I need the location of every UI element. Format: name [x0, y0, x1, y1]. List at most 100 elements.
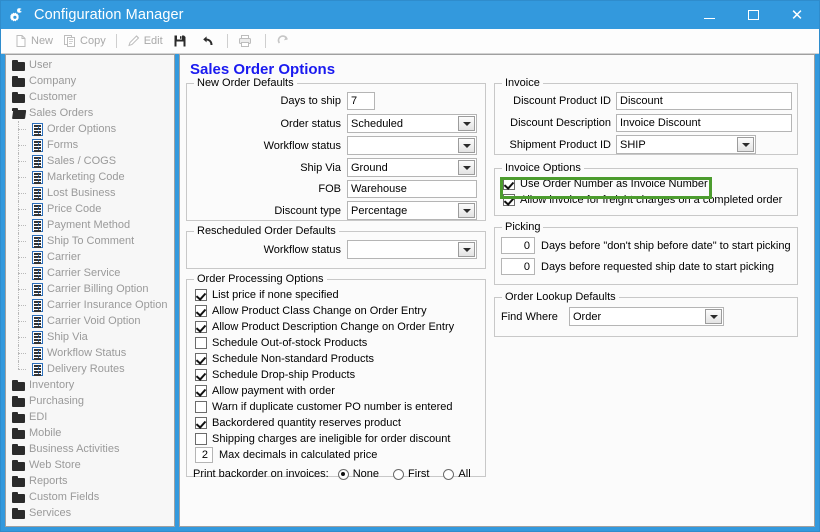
- chevron-down-icon[interactable]: [458, 138, 475, 153]
- sidebar-item-marketing-code[interactable]: Marketing Code: [6, 169, 174, 185]
- checkbox-row[interactable]: List price if none specified: [195, 287, 479, 303]
- checkbox-icon[interactable]: [503, 178, 515, 190]
- sidebar-item-custom-fields[interactable]: Custom Fields: [6, 489, 174, 505]
- radio-icon[interactable]: [443, 468, 455, 480]
- checkbox-icon[interactable]: [195, 321, 207, 333]
- refresh-button[interactable]: [271, 31, 298, 52]
- radio-icon[interactable]: [337, 468, 349, 480]
- sidebar-item-user[interactable]: User: [6, 57, 174, 73]
- order-status-combo[interactable]: Scheduled: [347, 114, 477, 133]
- checkbox-icon[interactable]: [195, 305, 207, 317]
- chevron-down-icon[interactable]: [458, 116, 475, 131]
- sidebar-item-sales-cogs[interactable]: Sales / COGS: [6, 153, 174, 169]
- checkbox-row[interactable]: Use Order Number as Invoice Number: [503, 176, 791, 192]
- picking-days-input[interactable]: 0: [501, 237, 535, 254]
- checkbox-row[interactable]: Allow Product Description Change on Orde…: [195, 319, 479, 335]
- checkbox-icon[interactable]: [195, 385, 207, 397]
- checkbox-row[interactable]: Backordered quantity reserves product: [195, 415, 479, 431]
- new-button[interactable]: New: [9, 31, 58, 52]
- resched-workflow-status-combo[interactable]: [347, 240, 477, 259]
- checkbox-icon[interactable]: [195, 337, 207, 349]
- radio-option[interactable]: All: [443, 468, 471, 480]
- picking-days-input[interactable]: 0: [501, 258, 535, 275]
- print-button[interactable]: [233, 31, 260, 52]
- sidebar-item-carrier-void-option[interactable]: Carrier Void Option: [6, 313, 174, 329]
- sidebar-item-lost-business[interactable]: Lost Business: [6, 185, 174, 201]
- checkbox-icon[interactable]: [195, 369, 207, 381]
- ship-via-combo[interactable]: Ground: [347, 158, 477, 177]
- checkbox-row[interactable]: Schedule Non-standard Products: [195, 351, 479, 367]
- sidebar-item-carrier-insurance-option[interactable]: Carrier Insurance Option: [6, 297, 174, 313]
- checkbox-row[interactable]: Allow payment with order: [195, 383, 479, 399]
- sidebar-item-edi[interactable]: EDI: [6, 409, 174, 425]
- days-to-ship-input[interactable]: 7: [347, 92, 375, 110]
- sidebar-item-order-options[interactable]: Order Options: [6, 121, 174, 137]
- checkbox-label: Allow Product Class Change on Order Entr…: [212, 305, 427, 317]
- sidebar-item-forms[interactable]: Forms: [6, 137, 174, 153]
- checkbox-icon[interactable]: [503, 194, 515, 206]
- chevron-down-icon[interactable]: [458, 203, 475, 218]
- fob-input[interactable]: Warehouse: [347, 180, 477, 198]
- discount-type-label: Discount type: [274, 204, 341, 217]
- sidebar-item-label: Sales Orders: [29, 107, 94, 119]
- sidebar-item-services[interactable]: Services: [6, 505, 174, 521]
- undo-button[interactable]: [195, 31, 222, 52]
- sidebar-item-payment-method[interactable]: Payment Method: [6, 217, 174, 233]
- checkbox-row[interactable]: Schedule Drop-ship Products: [195, 367, 479, 383]
- sidebar-item-ship-via[interactable]: Ship Via: [6, 329, 174, 345]
- checkbox-row[interactable]: Shipping charges are ineligible for orde…: [195, 431, 479, 447]
- discount-product-id-input[interactable]: Discount: [616, 92, 792, 110]
- sidebar-item-inventory[interactable]: Inventory: [6, 377, 174, 393]
- invoice-options-group: Invoice Options Use Order Number as Invo…: [494, 162, 798, 216]
- sidebar-item-price-code[interactable]: Price Code: [6, 201, 174, 217]
- sidebar-item-customer[interactable]: Customer: [6, 89, 174, 105]
- sidebar-item-label: Delivery Routes: [47, 363, 125, 375]
- sidebar-item-web-store[interactable]: Web Store: [6, 457, 174, 473]
- copy-button[interactable]: Copy: [58, 31, 111, 52]
- radio-icon[interactable]: [393, 468, 405, 480]
- find-where-combo[interactable]: Order: [569, 307, 724, 326]
- checkbox-icon[interactable]: [195, 433, 207, 445]
- radio-option[interactable]: None: [337, 468, 379, 480]
- edit-button[interactable]: Edit: [122, 31, 168, 52]
- sidebar-item-carrier-service[interactable]: Carrier Service: [6, 265, 174, 281]
- chevron-down-icon[interactable]: [458, 242, 475, 257]
- minimize-button[interactable]: [687, 1, 731, 29]
- chevron-down-icon[interactable]: [458, 160, 475, 175]
- print-backorder-radio-group[interactable]: None First All: [337, 468, 485, 480]
- sidebar-item-purchasing[interactable]: Purchasing: [6, 393, 174, 409]
- checkbox-icon[interactable]: [195, 401, 207, 413]
- checkbox-icon[interactable]: [195, 289, 207, 301]
- chevron-down-icon[interactable]: [737, 137, 754, 152]
- max-decimals-input[interactable]: 2: [195, 447, 213, 463]
- sidebar-item-carrier[interactable]: Carrier: [6, 249, 174, 265]
- checkbox-row[interactable]: Allow Product Class Change on Order Entr…: [195, 303, 479, 319]
- checkbox-icon[interactable]: [195, 353, 207, 365]
- sidebar-item-company[interactable]: Company: [6, 73, 174, 89]
- sidebar-item-reports[interactable]: Reports: [6, 473, 174, 489]
- checkbox-icon[interactable]: [195, 417, 207, 429]
- checkbox-row[interactable]: Allow invoice for freight charges on a c…: [503, 192, 791, 208]
- folder-icon: [12, 59, 25, 71]
- sidebar-item-workflow-status[interactable]: Workflow Status: [6, 345, 174, 361]
- save-button[interactable]: [168, 31, 195, 52]
- sidebar-item-mobile[interactable]: Mobile: [6, 425, 174, 441]
- checkbox-row[interactable]: Warn if duplicate customer PO number is …: [195, 399, 479, 415]
- shipment-product-id-combo[interactable]: SHIP: [616, 135, 756, 154]
- new-workflow-status-combo[interactable]: [347, 136, 477, 155]
- sidebar-item-ship-to-comment[interactable]: Ship To Comment: [6, 233, 174, 249]
- picking-rows: 0 Days before "don't ship before date" to…: [501, 235, 791, 277]
- discount-type-combo[interactable]: Percentage: [347, 201, 477, 220]
- sidebar-item-sales-orders[interactable]: Sales Orders: [6, 105, 174, 121]
- maximize-button[interactable]: [731, 1, 775, 29]
- sidebar-item-delivery-routes[interactable]: Delivery Routes: [6, 361, 174, 377]
- chevron-down-icon[interactable]: [705, 309, 722, 324]
- radio-option[interactable]: First: [393, 468, 429, 480]
- navigation-tree[interactable]: User Company Customer Sales Orders Order Opt…: [5, 54, 175, 527]
- sidebar-item-carrier-billing-option[interactable]: Carrier Billing Option: [6, 281, 174, 297]
- checkbox-row[interactable]: Schedule Out-of-stock Products: [195, 335, 479, 351]
- print-backorder-label: Print backorder on invoices:: [193, 468, 329, 480]
- sidebar-item-business-activities[interactable]: Business Activities: [6, 441, 174, 457]
- discount-description-input[interactable]: Invoice Discount: [616, 114, 792, 132]
- close-button[interactable]: ✕: [775, 1, 819, 29]
